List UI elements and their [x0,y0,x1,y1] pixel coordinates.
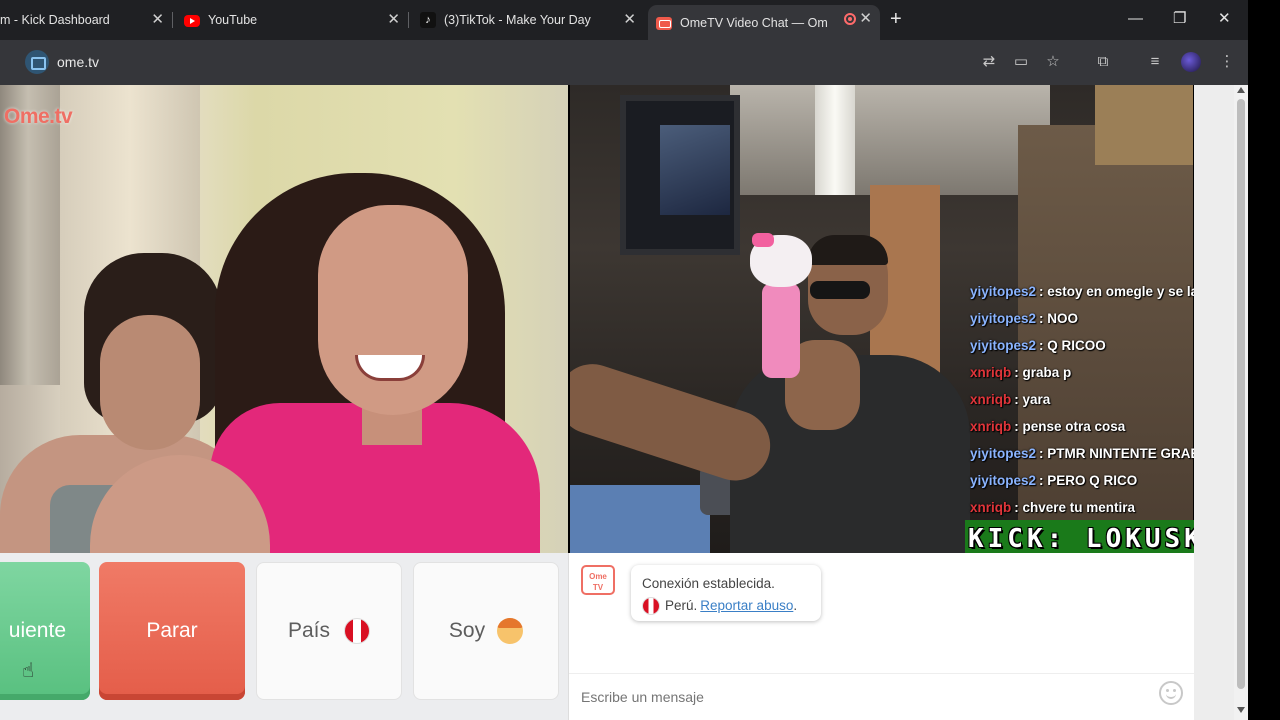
overlay-chat-text: : chvere tu mentira [1014,500,1136,515]
scroll-up-icon[interactable] [1237,87,1245,93]
scrollbar-thumb[interactable] [1237,99,1245,689]
system-message: Conexión establecida. Perú. Reportar abu… [631,565,821,621]
tab-label: m - Kick Dashboard [0,13,110,27]
overlay-chat-user: xnriqb [970,392,1012,407]
tab-label: YouTube [208,13,258,27]
video-person-glasses [810,281,870,299]
page-scrollbar[interactable] [1234,85,1248,720]
overlay-chat-text: : NOO [1039,311,1079,326]
overlay-chat-user: yiyitopes2 [970,311,1037,326]
video-person-face [100,315,200,450]
tab-close-icon[interactable]: ✕ [623,11,636,29]
video-toy [752,233,774,247]
overlay-chat-user: yiyitopes2 [970,338,1037,353]
ometv-avatar: Ome TV [581,565,615,595]
close-window-button[interactable]: ✕ [1218,8,1231,30]
gender-button[interactable]: Soy [413,562,559,700]
stop-button[interactable]: Parar [99,562,245,700]
video-background [730,85,1050,195]
tab-label: (3)TikTok - Make Your Day [444,13,591,27]
page-gutter [1194,85,1234,720]
overlay-chat-user: xnriqb [970,419,1012,434]
control-bar: uiente Parar País Soy [0,553,568,720]
youtube-icon [184,15,200,27]
country-name: Perú. [665,598,698,613]
overlay-chat-text: : Q RICOO [1039,338,1106,353]
overlay-chat-text: : pense otra cosa [1014,419,1126,434]
profile-avatar[interactable] [1181,52,1201,72]
scroll-down-icon[interactable] [1237,707,1245,713]
report-abuse-link[interactable]: Reportar abuso [700,595,793,617]
new-tab-button[interactable]: + [890,9,902,29]
boy-emoji-icon [497,618,524,644]
video-person-arm [570,355,780,490]
site-info-icon[interactable] [25,50,49,74]
video-background [660,125,730,215]
peru-flag-icon [344,618,371,644]
video-background [815,85,855,195]
video-background [570,485,710,553]
connection-status: Conexión establecida. [642,576,775,591]
ometv-watermark: Ome.tv [4,105,73,128]
kick-banner-text: KICK: LOKUSKU [968,524,1224,554]
overlay-chat-user: xnriqb [970,365,1012,380]
gender-button-label: Soy [448,619,486,642]
hand-cursor-icon: ☝ [22,660,35,682]
media-control-icon[interactable]: ≡ [1145,52,1165,72]
country-button-label: País [287,619,331,642]
peru-flag-icon [642,597,660,615]
app-window: m - Kick Dashboard ✕ YouTube ✕ ♪ (3)TikT… [0,0,1280,720]
country-button[interactable]: País [256,562,402,700]
next-button[interactable]: uiente [0,562,90,700]
overlay-chat-text: : graba p [1014,365,1072,380]
tab-close-icon[interactable]: ✕ [151,11,164,29]
stop-button-label: Parar [146,619,198,642]
next-button-label: uiente [8,619,66,642]
emoji-picker-icon[interactable] [1159,681,1183,705]
overlay-chat-user: yiyitopes2 [970,473,1037,488]
overlay-chat-text: : yara [1014,392,1051,407]
address-toolbar: ome.tv ⇄ ▭ ☆ ⧉ ≡ ⋮ [0,40,1248,85]
video-person-hair [808,235,888,265]
overlay-chat-user: xnriqb [970,500,1012,515]
report-suffix: . [793,598,798,613]
tab-label: OmeTV Video Chat — Ome [680,15,828,30]
local-video: Ome.tv [0,85,568,553]
tab-separator [408,12,409,28]
bookmark-star-icon[interactable]: ☆ [1043,52,1063,72]
screen-edge [1248,0,1280,720]
chat-panel: Ome TV Conexión establecida. Perú. Repor… [568,553,1194,720]
minimize-button[interactable]: — [1128,8,1143,30]
tab-kick-dashboard[interactable]: m - Kick Dashboard ✕ [0,6,173,34]
ometv-icon [656,17,672,30]
extensions-icon[interactable]: ⧉ [1093,52,1113,72]
video-background [1095,85,1193,165]
tab-strip: m - Kick Dashboard ✕ YouTube ✕ ♪ (3)TikT… [0,0,1248,40]
cast-icon[interactable]: ▭ [1011,52,1031,72]
overlay-chat-user: yiyitopes2 [970,284,1037,299]
tab-close-icon[interactable]: ✕ [859,10,872,28]
tab-separator [172,12,173,28]
video-toy [762,283,800,378]
tab-close-icon[interactable]: ✕ [387,11,400,29]
overlay-chat-text: : PERO Q RICO [1039,473,1138,488]
country-line: Perú. Reportar abuso . [642,595,821,617]
recording-icon [844,13,856,25]
message-input[interactable] [569,673,1194,720]
tab-tiktok[interactable]: ♪ (3)TikTok - Make Your Day ✕ [420,6,644,34]
tab-youtube[interactable]: YouTube ✕ [184,6,409,34]
tiktok-icon: ♪ [420,12,436,28]
video-person-face [318,205,468,415]
tab-ometv[interactable]: OmeTV Video Chat — Ome ✕ [648,5,880,40]
translate-icon[interactable]: ⇄ [979,52,999,72]
address-bar[interactable]: ome.tv [57,54,99,70]
overlay-chat-user: yiyitopes2 [970,446,1037,461]
menu-kebab-icon[interactable]: ⋮ [1217,52,1237,72]
maximize-button[interactable]: ❐ [1173,8,1186,30]
